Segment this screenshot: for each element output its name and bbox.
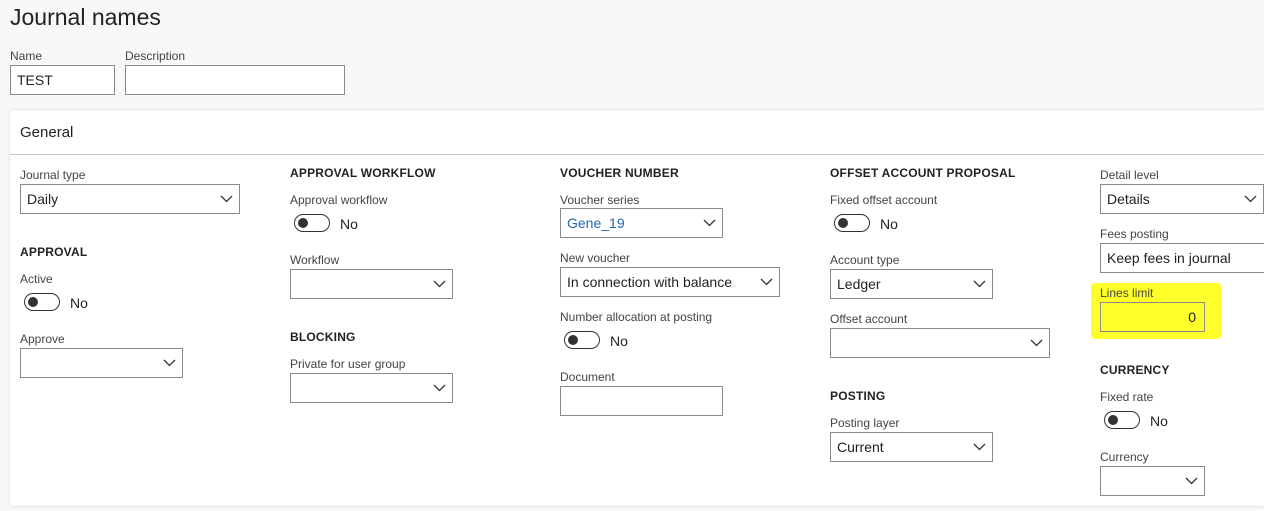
name-label: Name [10, 49, 43, 63]
journal-type-label: Journal type [20, 168, 86, 182]
posting-heading: POSTING [830, 389, 886, 403]
number-allocation-toggle[interactable] [564, 331, 600, 349]
posting-layer-value: Current [837, 439, 884, 455]
chevron-down-icon [702, 209, 716, 237]
fixed-rate-value: No [1150, 413, 1168, 429]
fixed-offset-account-value: No [880, 216, 898, 232]
detail-level-value: Details [1107, 191, 1150, 207]
lines-limit-input[interactable]: 0 [1100, 302, 1205, 332]
number-allocation-label: Number allocation at posting [560, 310, 713, 324]
fixed-offset-account-label: Fixed offset account [830, 193, 938, 207]
toggle-knob [1108, 415, 1118, 425]
new-voucher-select[interactable]: In connection with balance [560, 267, 780, 297]
approval-workflow-label: Approval workflow [290, 193, 388, 207]
fees-posting-select[interactable]: Keep fees in journal [1100, 243, 1264, 273]
approval-workflow-heading: APPROVAL WORKFLOW [290, 166, 436, 180]
currency-heading: CURRENCY [1100, 363, 1170, 377]
active-toggle[interactable] [24, 293, 60, 311]
chevron-down-icon [162, 349, 176, 377]
account-type-select[interactable]: Ledger [830, 269, 993, 299]
name-input[interactable]: TEST [10, 65, 115, 95]
toggle-knob [838, 218, 848, 228]
voucher-series-label: Voucher series [560, 193, 640, 207]
fixed-offset-account-toggle[interactable] [834, 214, 870, 232]
detail-level-select[interactable]: Details [1100, 184, 1264, 214]
chevron-down-icon [1243, 185, 1257, 213]
chevron-down-icon [432, 270, 446, 298]
posting-layer-label: Posting layer [830, 416, 900, 430]
private-for-user-group-label: Private for user group [290, 357, 406, 371]
chevron-down-icon [432, 374, 446, 402]
toggle-knob [298, 218, 308, 228]
lines-limit-label: Lines limit [1100, 286, 1154, 300]
offset-account-proposal-heading: OFFSET ACCOUNT PROPOSAL [830, 166, 1016, 180]
offset-account-select[interactable] [830, 328, 1050, 358]
fees-posting-label: Fees posting [1100, 227, 1169, 241]
active-value: No [70, 295, 88, 311]
page-title: Journal names [10, 4, 161, 30]
approve-select[interactable] [20, 348, 183, 378]
fixed-rate-label: Fixed rate [1100, 390, 1154, 404]
journal-type-value: Daily [27, 191, 59, 207]
lines-limit-value: 0 [1188, 309, 1196, 325]
currency-select[interactable] [1100, 466, 1205, 496]
name-value: TEST [17, 72, 53, 88]
number-allocation-value: No [610, 333, 628, 349]
journal-type-select[interactable]: Daily [20, 184, 240, 214]
private-for-user-group-select[interactable] [290, 373, 453, 403]
new-voucher-label: New voucher [560, 251, 631, 265]
approve-label: Approve [20, 332, 65, 346]
active-label: Active [20, 272, 53, 286]
chevron-down-icon [759, 268, 773, 296]
voucher-series-value[interactable]: Gene_19 [567, 209, 625, 237]
toggle-knob [568, 335, 578, 345]
blocking-heading: BLOCKING [290, 330, 356, 344]
workflow-label: Workflow [290, 253, 340, 267]
approval-heading: APPROVAL [20, 245, 88, 259]
chevron-down-icon [219, 185, 233, 213]
chevron-down-icon [972, 270, 986, 298]
description-input[interactable] [125, 65, 345, 95]
chevron-down-icon [972, 433, 986, 461]
voucher-number-heading: VOUCHER NUMBER [560, 166, 679, 180]
approval-workflow-value: No [340, 216, 358, 232]
account-type-label: Account type [830, 253, 900, 267]
posting-layer-select[interactable]: Current [830, 432, 993, 462]
document-input[interactable] [560, 386, 723, 416]
chevron-down-icon [1029, 329, 1043, 357]
currency-label: Currency [1100, 450, 1149, 464]
account-type-value: Ledger [837, 276, 881, 292]
description-label: Description [125, 49, 186, 63]
fixed-rate-toggle[interactable] [1104, 411, 1140, 429]
offset-account-label: Offset account [830, 312, 908, 326]
detail-level-label: Detail level [1100, 168, 1159, 182]
toggle-knob [28, 297, 38, 307]
general-divider [10, 154, 1264, 155]
voucher-series-select[interactable]: Gene_19 [560, 208, 723, 238]
fees-posting-value: Keep fees in journal [1107, 250, 1231, 266]
workflow-select[interactable] [290, 269, 453, 299]
chevron-down-icon [1184, 467, 1198, 495]
document-label: Document [560, 370, 615, 384]
approval-workflow-toggle[interactable] [294, 214, 330, 232]
new-voucher-value: In connection with balance [567, 274, 732, 290]
general-section-title[interactable]: General [20, 124, 73, 141]
